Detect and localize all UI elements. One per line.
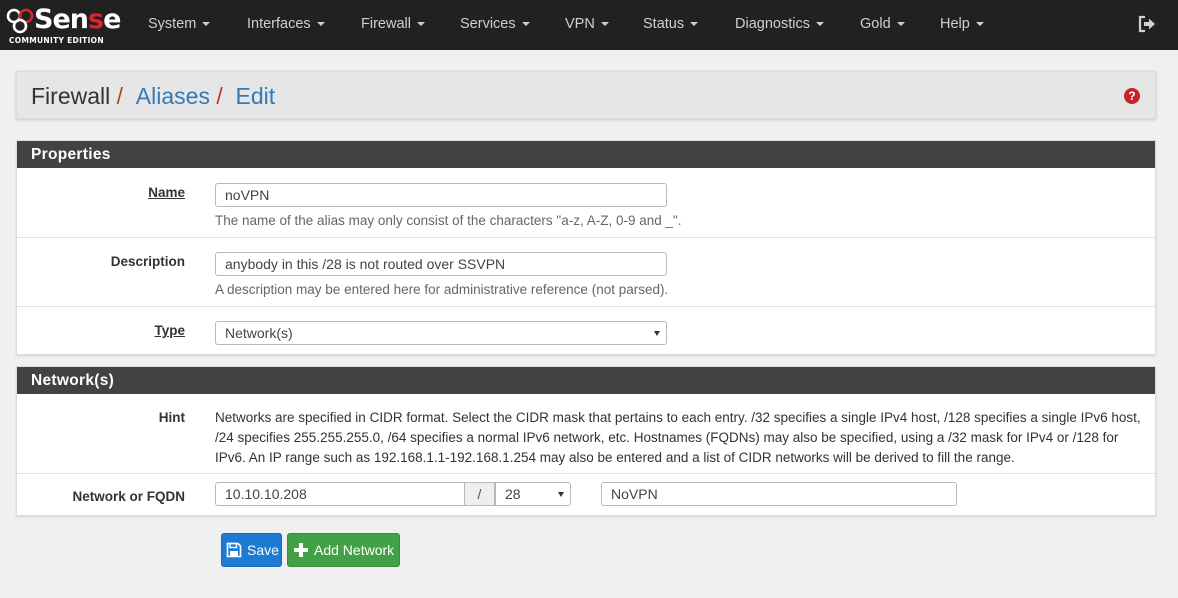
- pfsense-logo[interactable]: Sense COMMUNITY EDITION: [6, 4, 121, 46]
- nav-gold[interactable]: Gold: [860, 0, 905, 50]
- save-icon: [226, 542, 242, 558]
- nav-firewall[interactable]: Firewall: [361, 0, 425, 50]
- name-input[interactable]: noVPN: [215, 183, 667, 207]
- save-button[interactable]: Save: [221, 533, 282, 567]
- nav-help[interactable]: Help: [940, 0, 984, 50]
- breadcrumb: Firewall / Aliases / Edit: [31, 83, 276, 109]
- add-network-button[interactable]: Add Network: [287, 533, 400, 567]
- caret-down-icon: [815, 22, 824, 27]
- network-or-fqdn-label: Network or FQDN: [72, 489, 185, 504]
- networks-panel: Network(s) Hint Networks are specified i…: [16, 366, 1156, 516]
- name-row: Name noVPN The name of the alias may onl…: [17, 168, 1155, 238]
- breadcrumb-panel: Firewall / Aliases / Edit ?: [16, 71, 1156, 119]
- nav-vpn[interactable]: VPN: [565, 0, 609, 50]
- type-label: Type: [154, 323, 185, 338]
- plus-icon: [294, 543, 308, 557]
- description-help-text: A description may be entered here for ad…: [215, 282, 669, 297]
- hint-label: Hint: [158, 410, 185, 425]
- cidr-slash-addon: /: [464, 482, 495, 506]
- caret-down-icon: [975, 22, 984, 27]
- select-arrow-icon: [558, 492, 564, 497]
- select-arrow-icon: [654, 331, 660, 336]
- nav-services[interactable]: Services: [460, 0, 530, 50]
- type-select[interactable]: Network(s): [215, 321, 667, 345]
- logo-mark-icon: [6, 8, 34, 34]
- cidr-mask-select[interactable]: 28: [495, 482, 571, 506]
- caret-down-icon: [202, 22, 211, 27]
- network-entry-row: Network or FQDN 10.10.10.208 / 28 NoVPN: [17, 474, 1155, 515]
- breadcrumb-edit-link[interactable]: Edit: [236, 83, 276, 109]
- caret-down-icon: [600, 22, 609, 27]
- hint-row: Hint Networks are specified in CIDR form…: [17, 394, 1155, 474]
- caret-down-icon: [896, 22, 905, 27]
- caret-down-icon: [316, 22, 325, 27]
- networks-heading: Network(s): [17, 367, 1155, 394]
- nav-status[interactable]: Status: [643, 0, 699, 50]
- top-navbar: Sense COMMUNITY EDITION System Interface…: [0, 0, 1178, 50]
- logo-subtitle: COMMUNITY EDITION: [9, 36, 104, 45]
- sign-out-icon[interactable]: [1138, 15, 1156, 33]
- breadcrumb-aliases-link[interactable]: Aliases: [136, 83, 210, 109]
- network-address-input[interactable]: 10.10.10.208: [215, 482, 465, 506]
- breadcrumb-firewall: Firewall: [31, 83, 111, 109]
- description-row: Description anybody in this /28 is not r…: [17, 238, 1155, 307]
- properties-heading: Properties: [17, 141, 1155, 168]
- caret-down-icon: [416, 22, 425, 27]
- description-input[interactable]: anybody in this /28 is not routed over S…: [215, 252, 667, 276]
- network-description-input[interactable]: NoVPN: [601, 482, 957, 506]
- question-circle-icon[interactable]: ?: [1124, 88, 1140, 104]
- name-label: Name: [148, 185, 185, 200]
- type-row: Type Network(s): [17, 307, 1155, 354]
- caret-down-icon: [690, 22, 699, 27]
- nav-system[interactable]: System: [148, 0, 211, 50]
- caret-down-icon: [521, 22, 530, 27]
- description-label: Description: [110, 254, 185, 269]
- properties-panel: Properties Name noVPN The name of the al…: [16, 140, 1156, 355]
- nav-diagnostics[interactable]: Diagnostics: [735, 0, 824, 50]
- name-help-text: The name of the alias may only consist o…: [215, 213, 682, 228]
- logo-wordmark: Sense: [34, 4, 121, 35]
- nav-interfaces[interactable]: Interfaces: [247, 0, 325, 50]
- hint-text: Networks are specified in CIDR format. S…: [215, 410, 1141, 465]
